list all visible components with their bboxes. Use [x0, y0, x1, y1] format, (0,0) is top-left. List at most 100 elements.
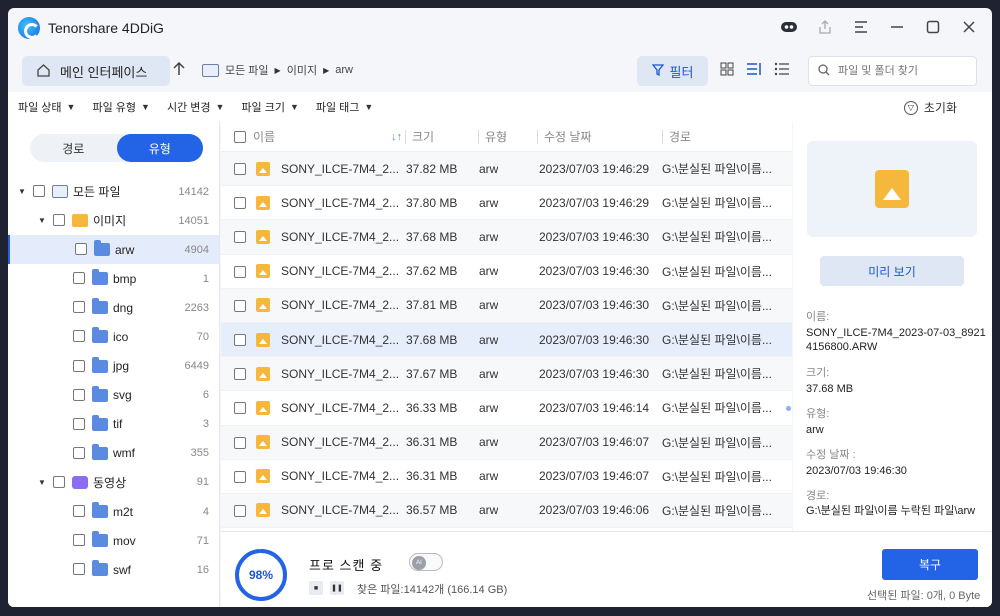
file-row[interactable]: SONY_ILCE-7M4_2... 36.57 MB arw 2023/07/03 …: [221, 493, 792, 529]
file-row-checkbox[interactable]: [234, 368, 246, 381]
file-row[interactable]: SONY_ILCE-7M4_2... 37.67 MB arw 2023/07/03 …: [221, 357, 792, 392]
file-row-checkbox[interactable]: [234, 231, 246, 244]
column-header-path[interactable]: 경로: [669, 128, 691, 145]
expand-caret-icon[interactable]: ▼: [18, 187, 26, 196]
preview-button[interactable]: 미리 보기: [820, 256, 964, 286]
file-row[interactable]: SONY_ILCE-7M4_2... 37.80 MB arw 2023/07/03 …: [221, 186, 792, 221]
tree-item-checkbox[interactable]: [73, 534, 85, 547]
tree-item[interactable]: swf 16: [8, 555, 219, 584]
file-path: G:\분실된 파일\이름...: [662, 401, 772, 416]
grid-view-icon[interactable]: [720, 62, 734, 79]
stop-icon[interactable]: ■: [309, 581, 323, 595]
bot-icon[interactable]: [778, 16, 800, 38]
recover-button[interactable]: 복구: [882, 549, 978, 580]
tree-item-checkbox[interactable]: [73, 301, 85, 314]
close-icon[interactable]: [958, 16, 980, 38]
expand-caret-icon[interactable]: ▼: [38, 216, 46, 225]
detail-view-icon[interactable]: [774, 62, 790, 79]
tab-path[interactable]: 경로: [30, 134, 117, 162]
column-header-name[interactable]: 이름: [253, 128, 275, 145]
file-row-checkbox[interactable]: [234, 163, 246, 175]
tree-item[interactable]: bmp 1: [8, 264, 219, 293]
file-row[interactable]: SONY_ILCE-7M4_2... 36.31 MB arw 2023/07/03 …: [221, 459, 792, 494]
menu-icon[interactable]: [850, 16, 872, 38]
search-input[interactable]: [838, 65, 968, 77]
expand-caret-icon[interactable]: ▼: [38, 478, 46, 487]
filter-tag-dropdown[interactable]: 파일 태그 ▼: [316, 99, 373, 115]
tree-item[interactable]: ▼ 이미지 14051: [8, 206, 219, 235]
file-row-checkbox[interactable]: [234, 265, 246, 278]
home-button[interactable]: 메인 인터페이스: [22, 56, 170, 86]
file-row[interactable]: SONY_ILCE-7M4_2... 37.68 MB arw 2023/07/03 …: [221, 220, 792, 255]
share-icon[interactable]: [814, 16, 836, 38]
file-row[interactable]: SONY_ILCE-7M4_2... 36.31 MB arw 2023/07/03 …: [221, 425, 792, 460]
tree-item[interactable]: tif 3: [8, 410, 219, 439]
image-file-icon: [256, 469, 270, 484]
tree-item[interactable]: svg 6: [8, 381, 219, 410]
tree-item-checkbox[interactable]: [73, 388, 85, 401]
sort-icon[interactable]: ↓↑: [391, 131, 402, 143]
breadcrumb-item[interactable]: arw: [335, 64, 353, 76]
filter-file-status-dropdown[interactable]: 파일 상태 ▼: [18, 99, 75, 115]
list-view-icon[interactable]: [746, 62, 762, 79]
tree-item-checkbox[interactable]: [53, 214, 65, 227]
tree-item-checkbox[interactable]: [73, 505, 85, 518]
app-window: Tenorshare 4DDiG 메인 인터페이스 모든 파일 ▶ 이미지 ▶ …: [8, 8, 992, 607]
tree-item-checkbox[interactable]: [73, 417, 85, 430]
file-row-checkbox[interactable]: [234, 197, 246, 210]
up-arrow-icon[interactable]: [173, 61, 185, 80]
filter-button[interactable]: 필터: [637, 56, 708, 86]
file-row[interactable]: SONY_ILCE-7M4_2... 36.33 MB arw 2023/07/03 …: [221, 391, 792, 426]
tree-item[interactable]: ▼ 모든 파일 14142: [8, 177, 219, 206]
file-row-checkbox[interactable]: [234, 470, 246, 483]
breadcrumb-item[interactable]: 모든 파일: [225, 62, 269, 78]
select-all-checkbox[interactable]: [234, 131, 246, 143]
search-box: [808, 56, 977, 86]
ai-icon: AI: [412, 556, 426, 570]
tree-item-label: tif: [113, 417, 123, 432]
pause-icon[interactable]: ❚❚: [330, 581, 344, 595]
tree-item-checkbox[interactable]: [73, 563, 85, 576]
maximize-icon[interactable]: [922, 16, 944, 38]
scrollbar-thumb[interactable]: [786, 406, 791, 411]
tree-item[interactable]: mov 71: [8, 526, 219, 555]
tree-item[interactable]: ▼ 동영상 91: [8, 468, 219, 497]
ai-toggle[interactable]: AI: [409, 553, 443, 571]
tree-item[interactable]: dng 2263: [8, 293, 219, 322]
tab-type[interactable]: 유형: [116, 134, 203, 162]
breadcrumb-item[interactable]: 이미지: [287, 62, 317, 78]
tree-item[interactable]: ico 70: [8, 322, 219, 351]
file-row[interactable]: SONY_ILCE-7M4_2... 37.81 MB arw 2023/07/03 …: [221, 288, 792, 323]
minimize-icon[interactable]: [886, 16, 908, 38]
tree-item-checkbox[interactable]: [75, 243, 87, 256]
file-row[interactable]: SONY_ILCE-7M4_2... 37.68 MB arw 2023/07/03 …: [221, 322, 792, 358]
tree-item-checkbox[interactable]: [53, 475, 65, 488]
column-header-size[interactable]: 크기: [412, 128, 434, 145]
file-list: 이름 ↓↑ 크기 유형 수정 날짜 경로 SONY_ILCE-7M4_2... 3…: [221, 122, 792, 531]
filter-file-type-dropdown[interactable]: 파일 유형 ▼: [92, 99, 149, 115]
file-row-checkbox[interactable]: [234, 504, 246, 517]
reset-button[interactable]: ▽ 초기화: [903, 99, 957, 116]
tree-item-count: 91: [196, 476, 209, 489]
file-row[interactable]: SONY_ILCE-7M4_2... 37.82 MB arw 2023/07/03 …: [221, 152, 792, 187]
file-type: arw: [479, 332, 499, 347]
tree-item-checkbox[interactable]: [73, 446, 85, 459]
file-row-checkbox[interactable]: [234, 333, 246, 346]
tree-item-checkbox[interactable]: [73, 359, 85, 372]
tree-item-label: swf: [113, 562, 131, 577]
file-row[interactable]: SONY_ILCE-7M4_2... 37.62 MB arw 2023/07/03 …: [221, 254, 792, 289]
tree-item[interactable]: wmf 355: [8, 439, 219, 468]
tree-item-checkbox[interactable]: [73, 272, 85, 285]
tree-item[interactable]: m2t 4: [8, 497, 219, 526]
tree-item-checkbox[interactable]: [33, 185, 45, 197]
file-row-checkbox[interactable]: [234, 299, 246, 312]
column-header-date[interactable]: 수정 날짜: [544, 128, 592, 145]
file-row-checkbox[interactable]: [234, 402, 246, 415]
tree-item[interactable]: jpg 6449: [8, 352, 219, 381]
filter-time-dropdown[interactable]: 시간 변경 ▼: [167, 99, 224, 115]
tree-item[interactable]: arw 4904: [8, 235, 219, 265]
file-row-checkbox[interactable]: [234, 436, 246, 449]
column-header-type[interactable]: 유형: [485, 128, 507, 145]
tree-item-checkbox[interactable]: [73, 330, 85, 343]
filter-size-dropdown[interactable]: 파일 크기 ▼: [241, 99, 298, 115]
